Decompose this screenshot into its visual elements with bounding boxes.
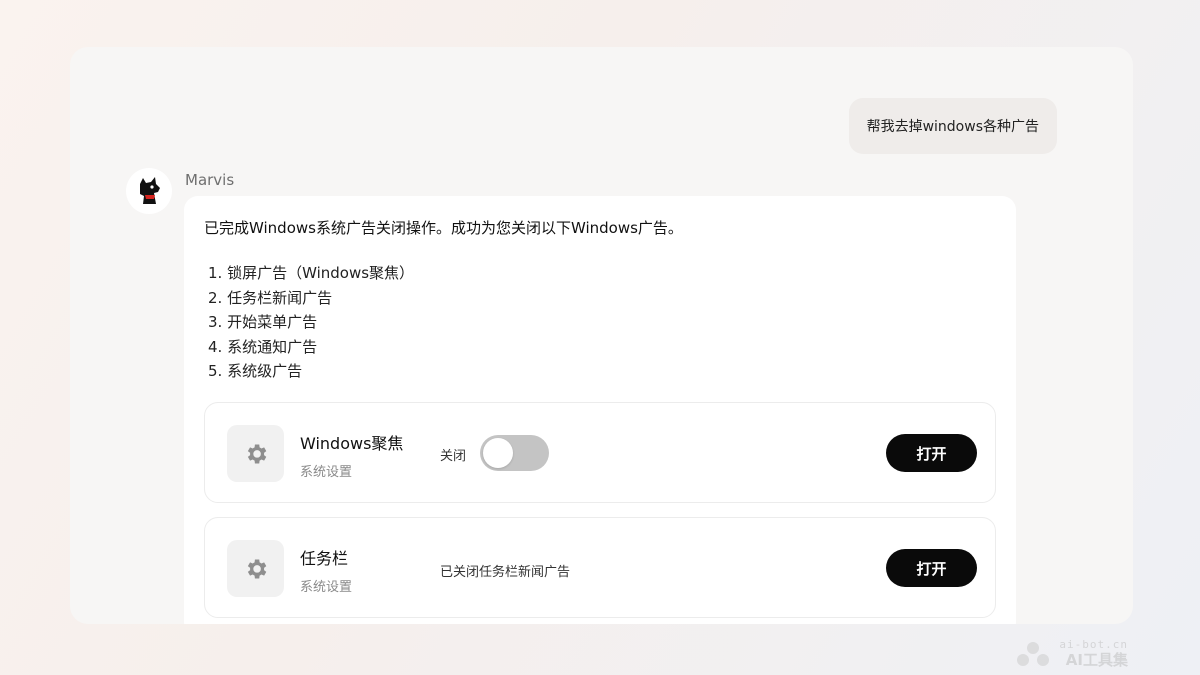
setting-card-windows-spotlight: Windows聚焦 系统设置 关闭 打开 (204, 402, 996, 503)
list-item: 4. 系统通知广告 (208, 337, 318, 356)
card-title: 任务栏 (300, 549, 349, 568)
gear-icon (247, 558, 266, 579)
ad-list: 1. 锁屏广告（Windows聚焦） 2. 任务栏新闻广告 3. 开始菜单广告 … (204, 261, 996, 384)
windows-spotlight-toggle[interactable] (480, 435, 549, 471)
watermark-logo-icon (1017, 642, 1050, 666)
card-subtitle: 系统设置 (300, 580, 353, 595)
open-button[interactable]: 打开 (886, 549, 977, 587)
list-item: 1. 锁屏广告（Windows聚焦） (208, 264, 415, 282)
bot-avatar (126, 168, 172, 214)
bot-reply-bubble: 已完成Windows系统广告关闭操作。成功为您关闭以下Windows广告。 1.… (184, 196, 1016, 624)
toggle-knob (483, 438, 513, 468)
list-item: 2. 任务栏新闻广告 (208, 288, 333, 307)
gear-icon (247, 443, 266, 464)
watermark-text: ai-bot.cn AI工具集 (1059, 638, 1128, 670)
user-message-bubble: 帮我去掉windows各种广告 (848, 98, 1057, 154)
list-item: 3. 开始菜单广告 (208, 313, 318, 331)
card-title: Windows聚焦 (300, 434, 404, 453)
chat-window: 帮我去掉windows各种广告 Marvis 已完成Windows系统广告关闭操… (70, 47, 1133, 624)
list-item: 5. 系统级广告 (208, 362, 303, 380)
status-note: 已关闭任务栏新闻广告 (440, 565, 571, 580)
card-subtitle: 系统设置 (300, 465, 353, 480)
reply-lead-text: 已完成Windows系统广告关闭操作。成功为您关闭以下Windows广告。 (204, 219, 683, 237)
card-icon-container (227, 425, 284, 482)
watermark-domain: ai-bot.cn (1059, 638, 1128, 651)
setting-card-taskbar: 任务栏 系统设置 已关闭任务栏新闻广告 打开 (204, 517, 996, 618)
toggle-state-label: 关闭 (440, 449, 467, 464)
watermark-brand: AI工具集 (1065, 651, 1128, 669)
open-button[interactable]: 打开 (886, 434, 977, 472)
bot-avatar-icon (140, 177, 160, 204)
card-icon-container (227, 540, 284, 597)
watermark: ai-bot.cn AI工具集 (1015, 638, 1128, 670)
bot-name: Marvis (185, 171, 235, 189)
user-message-text: 帮我去掉windows各种广告 (866, 119, 1039, 135)
